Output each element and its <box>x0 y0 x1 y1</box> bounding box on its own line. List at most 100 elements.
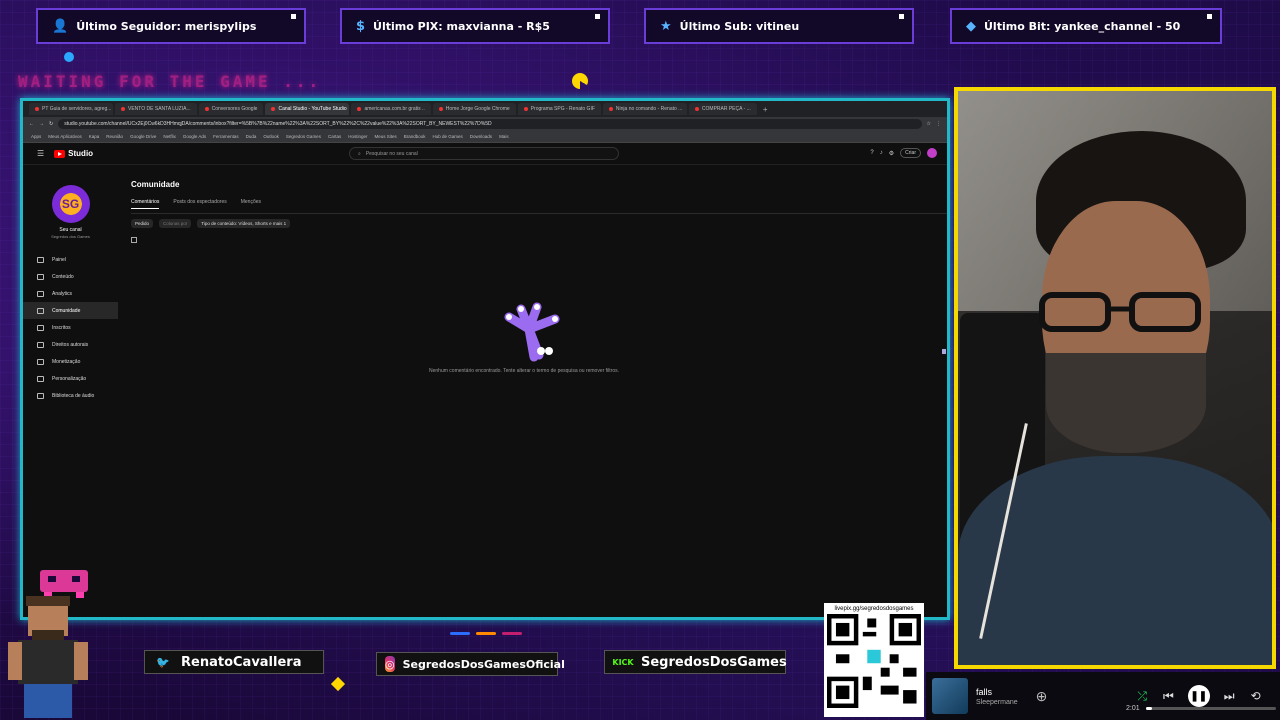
copyright-icon <box>37 341 44 348</box>
track-title: falls <box>976 686 993 697</box>
star-icon: ★ <box>660 18 672 34</box>
forward-icon[interactable]: → <box>39 121 44 127</box>
bookmark-item[interactable]: Outlook <box>263 134 279 139</box>
tab-favicon-icon <box>694 107 699 111</box>
tab-favicon-icon <box>438 107 443 111</box>
last-follower-text: Último Seguidor: merispylips <box>76 19 257 33</box>
sidebar-item-conteudo[interactable]: Conteúdo <box>23 268 118 285</box>
browser-tab-active[interactable]: Canal Studio - YouTube Studio <box>265 103 350 115</box>
filter-chip-pedido[interactable]: Pedido <box>131 219 154 228</box>
browser-tab[interactable]: Home Jorge Google Chrome <box>432 103 516 115</box>
sidebar-item-personalizacao[interactable]: Personalização <box>23 370 118 387</box>
bookmark-item[interactable]: Kapa <box>89 134 100 139</box>
studio-sidebar: SG Seu canal Segredos dos Games Painel C… <box>23 179 118 617</box>
dollar-icon: $ <box>356 18 366 34</box>
led-decoration <box>450 632 522 635</box>
studio-header-actions: ? ♪ ⚙ Criar <box>870 148 937 158</box>
address-bar[interactable]: studio.youtube.com/channel/UCx2Ej0Cw6kD3… <box>58 119 922 129</box>
sidebar-item-monetizacao[interactable]: Monetização <box>23 353 118 370</box>
bookmark-item[interactable]: Mais <box>499 134 509 139</box>
sidebar-item-inscritos[interactable]: Inscritos <box>23 319 118 336</box>
help-icon[interactable]: ? <box>870 150 873 156</box>
bookmark-item[interactable]: Apps <box>31 134 41 139</box>
channel-avatar[interactable]: SG <box>51 185 90 223</box>
waiting-banner: WAITING FOR THE GAME ... <box>18 72 322 91</box>
twitter-handle: 🐦 RenatoCavallera <box>144 650 324 674</box>
browser-tab[interactable]: Conversores Google <box>198 103 264 115</box>
browser-tab[interactable]: americanas.com.br gratis .. <box>351 103 431 115</box>
bookmark-item[interactable]: Netflix <box>163 134 176 139</box>
last-pix-text: Último PIX: maxvianna - R$5 <box>373 19 550 33</box>
blue-orb-icon <box>64 52 74 62</box>
user-icon: 👤 <box>52 18 69 34</box>
new-tab-button[interactable]: + <box>759 105 772 114</box>
dashboard-icon <box>37 256 44 263</box>
select-all-checkbox[interactable] <box>131 237 137 243</box>
shuffle-icon[interactable]: ⤮ <box>1137 689 1147 704</box>
bookmark-item[interactable]: Google Ads <box>183 134 206 139</box>
filter-chip-colunas[interactable]: Colunas por <box>159 219 192 228</box>
sidebar-item-direitos[interactable]: Direitos autorais <box>23 336 118 353</box>
browser-tab[interactable]: VENTO DE SANTA LUZIA... <box>115 103 197 115</box>
back-icon[interactable]: ← <box>29 121 34 127</box>
browser-tab[interactable]: COMPRAR PEÇA - ... <box>688 103 757 115</box>
sidebar-item-comunidade[interactable]: Comunidade <box>23 302 118 319</box>
previous-track-icon[interactable]: ⏮ <box>1163 689 1174 704</box>
track-artist: Sleepermane <box>976 698 1018 706</box>
reload-icon[interactable]: ↻ <box>49 121 53 127</box>
bookmark-item[interactable]: Cartas <box>328 134 341 139</box>
customization-icon <box>37 375 44 382</box>
filter-chip-tipo[interactable]: Tipo de conteúdo: Vídeos, Shorts e mais … <box>197 219 291 228</box>
tab-comentarios[interactable]: Comentários <box>131 199 160 209</box>
pause-button[interactable]: ❚❚ <box>1187 685 1210 707</box>
audio-library-icon <box>37 392 44 399</box>
browser-tab[interactable]: PT Guia de servidores, agreg... <box>29 103 113 115</box>
album-art <box>932 678 968 714</box>
sidebar-item-analytics[interactable]: Analytics <box>23 285 118 302</box>
bookmark-item[interactable]: Reunião <box>106 134 123 139</box>
last-sub-text: Último Sub: vitineu <box>679 19 800 33</box>
sidebar-item-audio[interactable]: Biblioteca de áudio <box>23 387 118 404</box>
bookmark-item[interactable]: Segredos Games <box>286 134 321 139</box>
bookmark-item[interactable]: Meus Sites <box>374 134 396 139</box>
kick-icon: KICK <box>612 657 634 667</box>
empty-state-illustration-icon <box>504 302 560 362</box>
notifications-icon[interactable]: ♪ <box>880 150 883 156</box>
account-avatar[interactable] <box>927 148 937 158</box>
browser-tab[interactable]: Ninja no comando - Renato ... <box>602 103 687 115</box>
repeat-icon[interactable]: ⟲ <box>1251 689 1261 703</box>
community-subtabs: Comentários Posts dos espectadores Mençõ… <box>131 199 947 214</box>
bookmark-item[interactable]: Downloads <box>470 134 492 139</box>
page-title: Comunidade <box>131 180 180 189</box>
menu-icon[interactable]: ☰ <box>37 149 44 158</box>
bookmark-item[interactable]: Meus Aplicativos <box>48 134 82 139</box>
tab-mencoes[interactable]: Menções <box>241 199 261 209</box>
scroll-indicator[interactable] <box>942 349 946 354</box>
bookmark-star-icon[interactable]: ☆ <box>927 121 931 127</box>
settings-icon[interactable]: ⚙ <box>889 150 894 157</box>
studio-logo[interactable]: Studio <box>54 149 93 158</box>
sidebar-item-painel[interactable]: Painel <box>23 251 118 268</box>
plus-circle-icon[interactable]: ⊕ <box>1036 688 1048 705</box>
tab-favicon-icon <box>271 107 276 111</box>
next-track-icon[interactable]: ⏭ <box>1224 689 1235 704</box>
playback-progress: 2:01 <box>1126 705 1276 712</box>
create-button[interactable]: Criar <box>900 148 921 158</box>
bookmark-item[interactable]: Duda <box>246 134 257 139</box>
diamond-icon: ◆ <box>966 18 976 34</box>
bookmark-item[interactable]: Google Drive <box>130 134 156 139</box>
browser-tab[interactable]: Programa SPG - Renato GIF <box>517 103 601 115</box>
progress-bar[interactable] <box>1145 707 1276 710</box>
tab-favicon-icon <box>357 107 362 111</box>
tab-posts-espectadores[interactable]: Posts dos espectadores <box>173 199 226 209</box>
extensions-icon[interactable]: ⋮ <box>936 121 941 127</box>
bookmark-item[interactable]: Ferramentas <box>213 134 239 139</box>
bookmark-item[interactable]: Brandbook <box>404 134 426 139</box>
search-icon: ⌕ <box>358 150 361 157</box>
webcam-shirt <box>958 456 1272 665</box>
pixel-character-icon <box>8 596 88 718</box>
last-sub-bar: ★ Último Sub: vitineu <box>644 8 914 44</box>
bookmark-item[interactable]: Hostinger <box>348 134 367 139</box>
bookmark-item[interactable]: Hub de Games <box>433 134 463 139</box>
studio-search-input[interactable]: ⌕ Pesquisar no seu canal <box>349 147 619 160</box>
